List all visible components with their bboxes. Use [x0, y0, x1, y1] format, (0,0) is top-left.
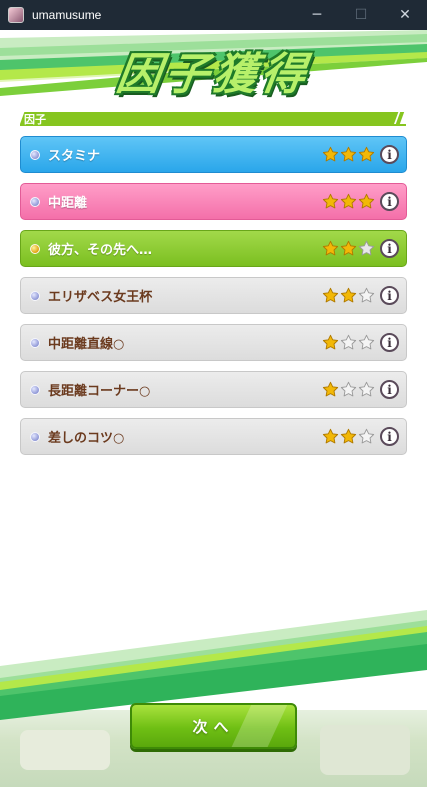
info-icon[interactable]: i	[380, 239, 399, 258]
star-empty-icon	[340, 381, 357, 397]
rank-dot-icon	[30, 431, 40, 442]
next-button-label: 次へ	[192, 717, 235, 736]
star-empty-icon	[358, 381, 375, 397]
minimize-button[interactable]: ─	[295, 0, 339, 30]
star-filled-icon	[358, 193, 375, 209]
star-empty-icon	[340, 334, 357, 350]
factor-row[interactable]: 中距離直線○ i	[20, 324, 407, 361]
factor-star-rating	[322, 146, 376, 163]
factor-label: 中距離	[48, 196, 88, 211]
factor-star-rating	[322, 193, 376, 210]
star-filled-icon	[322, 334, 339, 350]
factor-row[interactable]: 長距離コーナー○ i	[20, 371, 407, 408]
factor-star-rating	[322, 428, 376, 445]
star-filled-icon	[340, 287, 357, 303]
star-filled-icon	[358, 146, 375, 162]
window-title-bar: umamusume ─ ☐ ✕	[0, 0, 427, 30]
star-filled-icon	[340, 146, 357, 162]
factor-row[interactable]: 差しのコツ○ i	[20, 418, 407, 455]
star-filled-icon	[322, 428, 339, 444]
factor-star-rating	[322, 240, 376, 257]
star-filled-icon	[322, 193, 339, 209]
maximize-button[interactable]: ☐	[339, 0, 383, 30]
section-header: 因子	[20, 112, 406, 128]
star-filled-icon	[340, 240, 357, 256]
star-filled-icon	[322, 240, 339, 256]
star-filled-icon	[340, 428, 357, 444]
factor-label: 彼方、その先へ…	[48, 243, 153, 258]
bottom-stripes-decoration	[0, 610, 427, 720]
info-icon[interactable]: i	[380, 286, 399, 305]
rank-dot-icon	[30, 149, 40, 160]
rank-dot-icon	[30, 243, 40, 254]
app-icon	[8, 7, 24, 23]
factor-label: エリザベス女王杯	[48, 290, 153, 305]
star-empty-icon	[358, 240, 375, 256]
info-icon[interactable]: i	[380, 145, 399, 164]
rank-dot-icon	[30, 196, 40, 207]
rank-dot-icon	[30, 337, 40, 348]
star-empty-icon	[358, 334, 375, 350]
section-label: 因子	[24, 113, 46, 126]
info-icon[interactable]: i	[380, 427, 399, 446]
factor-label: 差しのコツ○	[48, 431, 125, 446]
factor-row[interactable]: 彼方、その先へ… i	[20, 230, 407, 267]
factor-star-rating	[322, 334, 376, 351]
next-button[interactable]: 次へ	[130, 703, 297, 749]
factor-list: スタミナ i 中距離 i 彼方、その先へ… i エリザベス女王杯 i 中距離直線○ i 長距離コーナ…	[20, 136, 407, 465]
game-screen: 因子獲得 因子 スタミナ i 中距離 i 彼方、その先へ… i エリザベス女王杯 i 中距離直線…	[0, 30, 427, 787]
info-icon[interactable]: i	[380, 192, 399, 211]
factor-star-rating	[322, 287, 376, 304]
info-icon[interactable]: i	[380, 380, 399, 399]
star-empty-icon	[358, 428, 375, 444]
star-filled-icon	[322, 287, 339, 303]
star-filled-icon	[340, 193, 357, 209]
rank-dot-icon	[30, 384, 40, 395]
factor-label: 長距離コーナー○	[48, 384, 151, 399]
factor-label: スタミナ	[48, 149, 101, 164]
star-filled-icon	[322, 381, 339, 397]
rank-dot-icon	[30, 290, 40, 301]
factor-row[interactable]: スタミナ i	[20, 136, 407, 173]
factor-row[interactable]: エリザベス女王杯 i	[20, 277, 407, 314]
close-button[interactable]: ✕	[383, 0, 427, 30]
star-filled-icon	[322, 146, 339, 162]
window-title: umamusume	[32, 8, 102, 22]
page-title: 因子獲得	[113, 49, 313, 100]
factor-row[interactable]: 中距離 i	[20, 183, 407, 220]
info-icon[interactable]: i	[380, 333, 399, 352]
star-empty-icon	[358, 287, 375, 303]
factor-star-rating	[322, 381, 376, 398]
factor-label: 中距離直線○	[48, 337, 125, 352]
